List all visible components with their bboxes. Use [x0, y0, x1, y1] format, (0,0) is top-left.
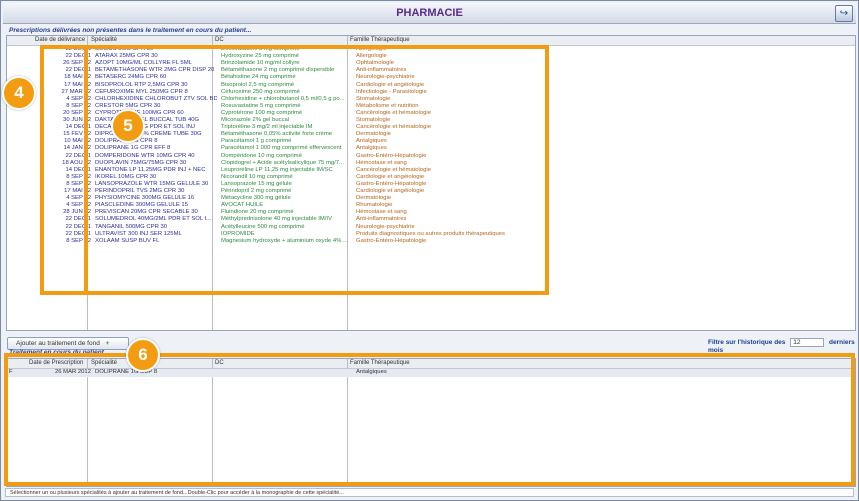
window-title: PHARMACIE — [396, 7, 463, 19]
col-header-specialite[interactable]: Spécialité — [91, 37, 117, 43]
plus-icon: + — [105, 340, 110, 347]
callout-badge-5: 5 — [111, 109, 145, 143]
add-button-label: Ajouter au traitement de fond — [16, 340, 100, 347]
history-filter: Filtre sur l'historique des 12 derniers … — [708, 338, 858, 354]
col-header-date[interactable]: Date de délivrance — [35, 37, 85, 43]
callout-badge-6: 6 — [126, 338, 160, 372]
col-header-famille[interactable]: Famille Thérapeutique — [350, 37, 410, 43]
status-bar: Sélectionner un ou plusieurs spécialités… — [5, 488, 854, 497]
filter-label: Filtre sur l'historique des — [708, 339, 786, 346]
prescriptions-section-title: Prescriptions délivrées non présentes da… — [9, 27, 252, 34]
callout-box-4 — [40, 45, 88, 295]
exit-arrow-icon[interactable]: ↪ — [835, 5, 853, 22]
callout-box-5 — [84, 45, 549, 295]
callout-badge-4: 4 — [2, 76, 36, 110]
title-bar: PHARMACIE ↪ — [3, 3, 856, 24]
callout-box-6 — [4, 353, 855, 486]
filter-months-input[interactable]: 12 — [790, 338, 825, 347]
col-header-dc[interactable]: DC — [215, 37, 224, 43]
